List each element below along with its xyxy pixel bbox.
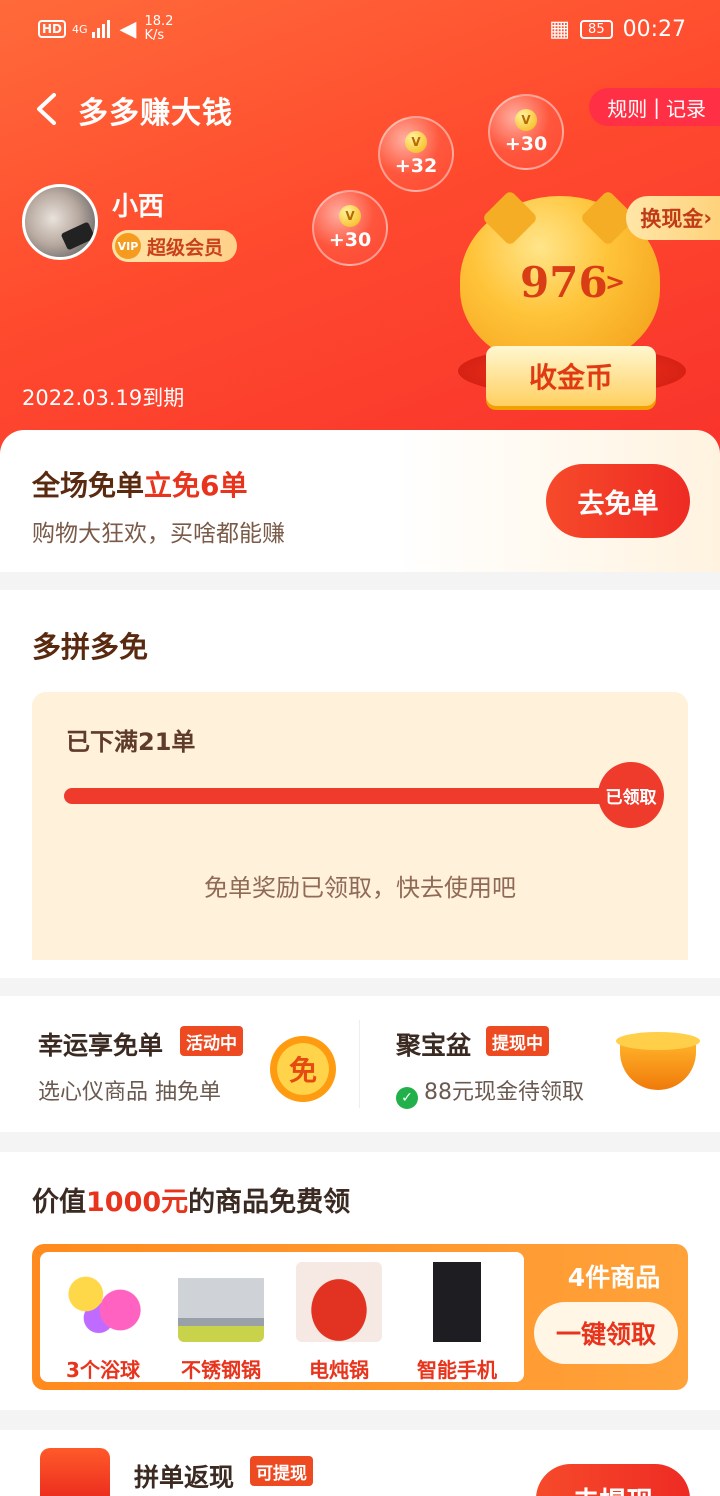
coin-bubble[interactable]: V +32 (378, 116, 454, 192)
free-goods-title: 价值1000元的商品免费领 (32, 1180, 350, 1219)
go-free-button[interactable]: 去免单 (546, 464, 690, 538)
status-bar: HD 4G ◀ 18.2 K/s ▦ 85 00:27 (38, 12, 686, 46)
cashback-card: 拼单返现 可提现 去提现 (0, 1430, 720, 1496)
expire-date: 2022.03.19到期 (22, 386, 185, 410)
rules-records-pill: 规则 | 记录 (589, 88, 720, 126)
cashback-tag: 可提现 (250, 1456, 313, 1486)
withdraw-button[interactable]: 去提现 (536, 1464, 690, 1496)
network-type: 4G (72, 22, 88, 36)
rules-link[interactable]: 规则 (607, 93, 647, 122)
bubble-amount: +32 (394, 155, 438, 177)
bath-ball-image (60, 1262, 146, 1342)
lucky-free-card[interactable]: 幸运享免单 活动中 选心仪商品 抽免单 免 (0, 996, 359, 1132)
treasure-status-tag: 提现中 (486, 1026, 549, 1056)
red-packet-icon (40, 1448, 110, 1496)
free-goods-card: 价值1000元的商品免费领 3个浴球 不锈钢锅 电炖锅 智能手机 4件商品 一键… (0, 1152, 720, 1410)
goods-list: 3个浴球 不锈钢锅 电炖锅 智能手机 (40, 1252, 524, 1382)
page-title: 多多赚大钱 (78, 96, 233, 131)
battery-indicator: 85 (580, 19, 613, 39)
progress-panel: 已下满21单 已领取 免单奖励已领取，快去使用吧 (32, 692, 688, 960)
speed-value: 18.2 (144, 14, 174, 29)
username: 小西 (112, 192, 165, 222)
multi-free-card: 多拼多免 已下满21单 已领取 免单奖励已领取，快去使用吧 (0, 590, 720, 978)
clock: 00:27 (622, 16, 686, 42)
vip-icon: VIP (115, 233, 141, 259)
goods-label: 不锈钢锅 (181, 1358, 261, 1382)
wifi-icon: ◀ (119, 16, 137, 42)
treasure-pot-icon (616, 1032, 700, 1090)
back-arrow-icon[interactable] (34, 92, 58, 126)
coin-balance: 976 (520, 258, 608, 307)
smartphone-image (414, 1262, 500, 1342)
treasure-title: 聚宝盆 (396, 1031, 472, 1060)
treasure-sub-text: 88元现金待领取 (424, 1080, 584, 1105)
slow-cooker-image (296, 1262, 382, 1342)
orders-count: 已下满21单 (66, 728, 196, 756)
vip-label: 超级会员 (147, 236, 224, 259)
reward-note: 免单奖励已领取，快去使用吧 (204, 874, 516, 902)
free-order-title-prefix: 全场免单 (32, 469, 145, 502)
lucky-status-tag: 活动中 (180, 1026, 243, 1056)
free-coin-icon: 免 (270, 1036, 336, 1102)
signal-icon (91, 20, 110, 38)
header: HD 4G ◀ 18.2 K/s ▦ 85 00:27 多多赚大钱 规则 | 记… (0, 0, 720, 470)
chevron-right-icon: > (605, 268, 626, 296)
claim-all-button[interactable]: 一键领取 (534, 1302, 678, 1364)
goods-item[interactable]: 智能手机 (402, 1262, 512, 1383)
coin-bubble[interactable]: V +30 (488, 94, 564, 170)
treasure-subtitle: ✓ 88元现金待领取 (396, 1074, 584, 1109)
bubble-amount: +30 (328, 229, 372, 251)
hd-indicator: HD (38, 20, 67, 38)
goods-panel: 3个浴球 不锈钢锅 电炖锅 智能手机 4件商品 一键领取 (32, 1244, 688, 1390)
bubble-amount: +30 (504, 133, 548, 155)
free-order-highlight: 立免6单 (144, 469, 248, 502)
free-order-card: 全场免单立免6单 购物大狂欢，买啥都能赚 去免单 (0, 430, 720, 572)
progress-bar (64, 788, 634, 804)
records-link[interactable]: 记录 (666, 93, 706, 122)
free-order-subtitle: 购物大狂欢，买啥都能赚 (32, 521, 285, 547)
goods-item[interactable]: 3个浴球 (48, 1262, 158, 1383)
page: HD 4G ◀ 18.2 K/s ▦ 85 00:27 多多赚大钱 规则 | 记… (0, 0, 720, 1496)
goods-item[interactable]: 不锈钢锅 (166, 1262, 276, 1383)
vip-badge: VIP 超级会员 (112, 230, 238, 262)
goods-label: 智能手机 (417, 1358, 497, 1382)
goods-item[interactable]: 电炖锅 (284, 1262, 394, 1383)
coin-bubble[interactable]: V +30 (312, 190, 388, 266)
pill-divider: | (653, 95, 660, 119)
collect-coins-button[interactable]: 收金币 (486, 346, 656, 406)
exchange-cash-button[interactable]: 换现金 › (626, 196, 720, 240)
free-order-title: 全场免单立免6单 (32, 464, 248, 504)
title-highlight: 1000元 (86, 1187, 189, 1218)
check-icon: ✓ (396, 1087, 418, 1109)
coin-icon: V (339, 205, 361, 227)
cashback-title: 拼单返现 (134, 1463, 235, 1492)
goods-label: 电炖锅 (309, 1358, 369, 1382)
goods-label: 3个浴球 (66, 1358, 140, 1382)
chevron-right-icon: › (703, 206, 712, 230)
title-prefix: 价值 (32, 1187, 86, 1218)
exchange-label: 换现金 (640, 207, 704, 231)
claimed-badge: 已领取 (598, 762, 664, 828)
goods-count: 4件商品 (567, 1263, 661, 1292)
lucky-subtitle: 选心仪商品 抽免单 (38, 1080, 221, 1105)
vibrate-icon: ▦ (549, 16, 571, 42)
activity-row: 幸运享免单 活动中 选心仪商品 抽免单 免 聚宝盆 提现中 ✓ 88元现金待领取 (0, 996, 720, 1132)
avatar[interactable] (22, 184, 98, 260)
multi-free-title: 多拼多免 (32, 630, 149, 664)
title-suffix: 的商品免费领 (188, 1187, 351, 1218)
speed-unit: K/s (144, 28, 165, 43)
steel-pot-image (178, 1262, 264, 1342)
network-speed: 18.2 K/s (144, 15, 173, 43)
coin-icon: V (515, 109, 537, 131)
treasure-card[interactable]: 聚宝盆 提现中 ✓ 88元现金待领取 (360, 996, 720, 1132)
lucky-title: 幸运享免单 (38, 1031, 164, 1060)
coin-icon: V (405, 131, 427, 153)
